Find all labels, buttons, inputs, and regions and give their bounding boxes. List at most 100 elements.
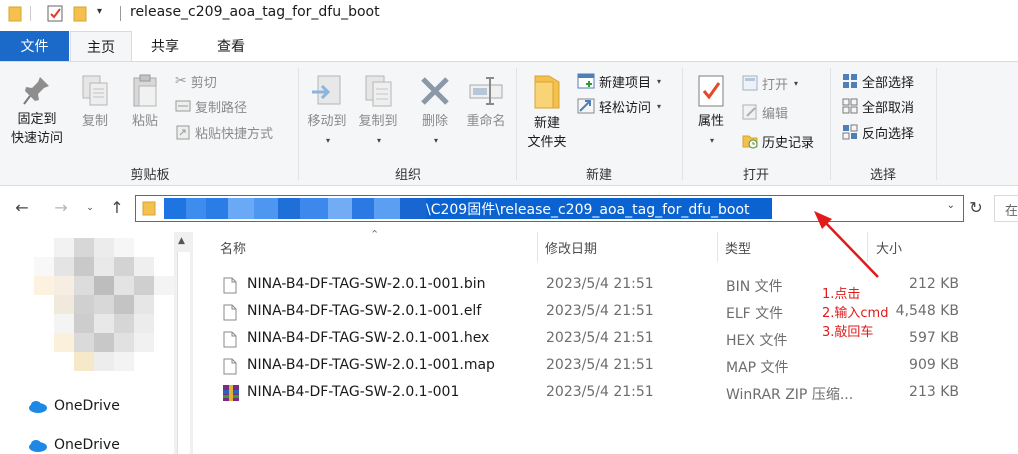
dropdown-caret-icon: ▾: [794, 78, 799, 88]
column-separator[interactable]: [717, 232, 718, 262]
file-row[interactable]: NINA-B4-DF-TAG-SW-2.0.1-001.bin 2023/5/4…: [193, 272, 1018, 299]
easy-access-label: 轻松访问: [599, 100, 652, 116]
organize-group-label: 组织: [394, 168, 421, 183]
up-arrow-icon[interactable]: ↑: [107, 198, 127, 217]
forward-arrow-icon[interactable]: →: [51, 198, 71, 217]
annotation-arrow: [814, 211, 879, 278]
clipboard-group-label: 剪贴板: [130, 168, 170, 183]
column-separator[interactable]: [537, 232, 538, 262]
nav-scrollbar-thumb[interactable]: [177, 252, 190, 454]
rename-button[interactable]: 重命名: [460, 74, 512, 131]
column-header-modified[interactable]: 修改日期: [545, 238, 597, 257]
rename-label: 重命名: [466, 114, 506, 129]
annotation-step-1: 1.点击: [822, 287, 861, 302]
file-type: ELF 文件: [726, 306, 784, 322]
paste-shortcut-button[interactable]: 粘贴快捷方式: [175, 121, 273, 143]
refresh-icon[interactable]: ↻: [966, 198, 986, 217]
edit-label: 编辑: [762, 106, 789, 122]
new-item-label: 新建项目: [599, 75, 652, 91]
tab-file[interactable]: 文件: [0, 31, 69, 61]
properties-check-icon[interactable]: [46, 4, 64, 23]
tab-home[interactable]: 主页: [70, 31, 132, 62]
file-list: ⌃ 名称 修改日期 类型 大小 NINA-B4-DF-TAG-SW-2.0.1-…: [193, 228, 1018, 454]
file-type: BIN 文件: [726, 279, 783, 295]
copy-button[interactable]: 复制: [74, 74, 116, 131]
move-to-label: 移动到: [307, 114, 347, 129]
tab-view[interactable]: 查看: [200, 31, 262, 61]
new-folder-button[interactable]: 新建 文件夹: [522, 74, 572, 152]
new-folder-label-2: 文件夹: [527, 135, 567, 150]
file-icon: [223, 331, 237, 348]
scroll-up-arrow-icon[interactable]: ▲: [178, 236, 185, 246]
tab-share[interactable]: 共享: [134, 31, 196, 61]
file-row[interactable]: NINA-B4-DF-TAG-SW-2.0.1-001.elf 2023/5/4…: [193, 299, 1018, 326]
open-label: 打开: [762, 77, 789, 93]
paste-button[interactable]: 粘贴: [124, 74, 166, 131]
customize-quick-access-icon[interactable]: ▾: [97, 6, 102, 17]
file-row[interactable]: NINA-B4-DF-TAG-SW-2.0.1-001 2023/5/4 21:…: [193, 380, 1018, 407]
annotation-step-3: 3.敲回车: [822, 325, 874, 340]
cut-button[interactable]: ✂ 剪切: [175, 70, 217, 92]
address-path-selection[interactable]: \C209固件\release_c209_aoa_tag_for_dfu_boo…: [164, 198, 772, 219]
copy-path-label: 复制路径: [195, 100, 248, 116]
new-folder-quick-icon[interactable]: [73, 6, 87, 22]
copy-label: 复制: [81, 114, 108, 129]
properties-label: 属性: [697, 114, 724, 129]
delete-x-icon: [421, 77, 449, 105]
back-arrow-icon[interactable]: ←: [12, 198, 32, 217]
new-item-button[interactable]: 新建项目 ▾: [577, 70, 661, 92]
folder-icon: [142, 201, 156, 216]
invert-selection-icon: [842, 124, 858, 140]
ribbon-tabs: 文件 主页 共享 查看: [0, 31, 1018, 62]
delete-button[interactable]: 删除 ▾: [414, 74, 456, 150]
invert-selection-button[interactable]: 反向选择: [842, 121, 914, 143]
nav-scrollbar[interactable]: ▲: [174, 232, 193, 454]
select-all-icon: [843, 74, 857, 88]
edit-button[interactable]: 编辑: [742, 101, 788, 123]
file-row[interactable]: NINA-B4-DF-TAG-SW-2.0.1-001.hex 2023/5/4…: [193, 326, 1018, 353]
select-all-button[interactable]: 全部选择: [842, 70, 914, 92]
open-button[interactable]: 打开 ▾: [742, 72, 798, 94]
column-header-name[interactable]: 名称: [220, 238, 246, 257]
address-history-chevron-icon[interactable]: ⌄: [947, 200, 955, 211]
select-none-button[interactable]: 全部取消: [842, 95, 914, 117]
recent-locations-chevron-icon[interactable]: ⌄: [80, 203, 100, 213]
title-bar: ▾ release_c209_aoa_tag_for_dfu_boot: [0, 0, 1018, 29]
file-name: NINA-B4-DF-TAG-SW-2.0.1-001.elf: [247, 303, 482, 319]
new-folder-label-1: 新建: [533, 116, 560, 131]
file-icon: [223, 304, 237, 321]
paste-shortcut-icon: [176, 125, 190, 140]
history-button[interactable]: 历史记录: [742, 130, 814, 152]
copy-path-button[interactable]: 复制路径: [175, 95, 247, 117]
file-icon: [223, 277, 237, 294]
copy-to-button[interactable]: 复制到 ▾: [354, 74, 402, 150]
file-type: HEX 文件: [726, 333, 788, 349]
dropdown-caret-icon: ▾: [433, 136, 438, 145]
column-header-type[interactable]: 类型: [725, 238, 751, 257]
copy-to-icon: [365, 75, 392, 107]
properties-button[interactable]: 属性 ▾: [690, 74, 732, 150]
copy-icon: [82, 75, 108, 106]
new-folder-icon: [534, 75, 560, 109]
folder-icon[interactable]: [8, 6, 22, 22]
onedrive-cloud-icon: [29, 400, 47, 413]
select-group-label: 选择: [869, 168, 896, 183]
paste-label: 粘贴: [131, 114, 158, 129]
group-separator: [298, 68, 299, 180]
pin-to-quick-access-button[interactable]: 固定到 快速访问: [4, 74, 70, 148]
nav-item-onedrive[interactable]: OneDrive: [28, 437, 120, 453]
file-name: NINA-B4-DF-TAG-SW-2.0.1-001.bin: [247, 276, 486, 292]
move-to-button[interactable]: 移动到 ▾: [304, 74, 350, 150]
file-name: NINA-B4-DF-TAG-SW-2.0.1-001.hex: [247, 330, 490, 346]
easy-access-button[interactable]: 轻松访问 ▾: [577, 95, 661, 117]
file-modified: 2023/5/4 21:51: [546, 303, 654, 319]
delete-label: 删除: [421, 114, 448, 129]
search-input[interactable]: 在: [994, 195, 1018, 222]
dropdown-caret-icon: ▾: [657, 101, 662, 111]
group-separator: [516, 68, 517, 180]
move-to-icon: [312, 75, 341, 105]
divider: [120, 6, 121, 21]
file-row[interactable]: NINA-B4-DF-TAG-SW-2.0.1-001.map 2023/5/4…: [193, 353, 1018, 380]
nav-item-onedrive[interactable]: OneDrive: [28, 398, 120, 414]
file-size: 212 KB: [909, 276, 959, 292]
